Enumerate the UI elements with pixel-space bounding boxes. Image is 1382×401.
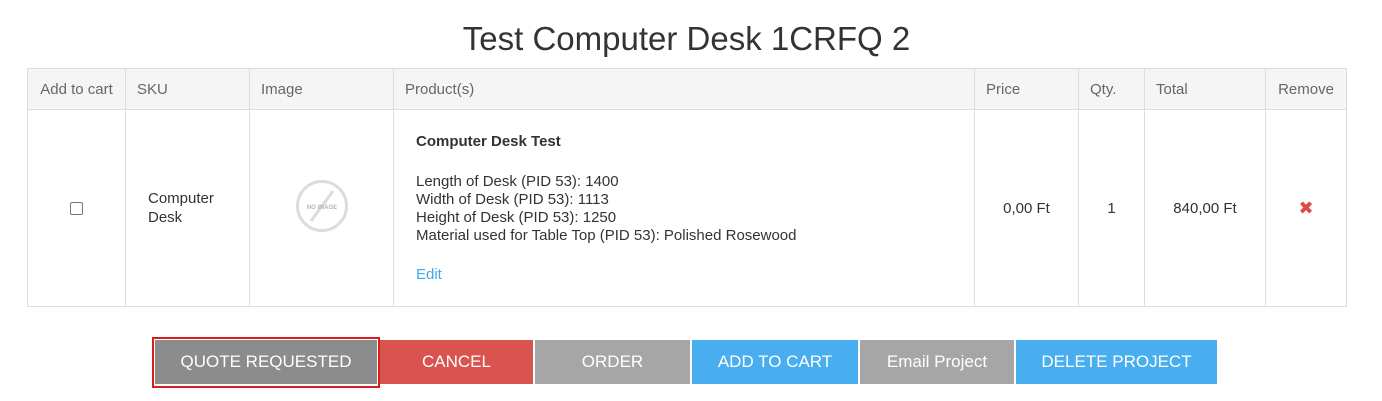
order-button[interactable]: ORDER: [535, 340, 690, 384]
product-attribute-length: Length of Desk (PID 53): 1400: [416, 172, 619, 190]
header-image: Image: [249, 68, 394, 110]
delete-project-button[interactable]: DELETE PROJECT: [1016, 340, 1217, 384]
total-cell: 840,00 Ft: [1144, 109, 1266, 307]
cancel-button[interactable]: CANCEL: [380, 340, 533, 384]
header-price: Price: [974, 68, 1079, 110]
quote-requested-button[interactable]: QUOTE REQUESTED: [155, 340, 377, 384]
image-cell: NO IMAGE: [249, 109, 394, 307]
no-image-icon: NO IMAGE: [295, 180, 348, 232]
add-to-cart-button[interactable]: ADD TO CART: [692, 340, 858, 384]
remove-cell: ✖: [1265, 109, 1347, 307]
price-cell: 0,00 Ft: [974, 109, 1079, 307]
add-to-cart-checkbox[interactable]: [70, 202, 83, 216]
sku-cell: Computer Desk: [125, 109, 250, 307]
product-attribute-width: Width of Desk (PID 53): 1113: [416, 190, 609, 208]
product-cell: Computer Desk Test Length of Desk (PID 5…: [393, 109, 975, 307]
product-attribute-height: Height of Desk (PID 53): 1250: [416, 208, 617, 226]
header-products: Product(s): [393, 68, 975, 110]
close-icon[interactable]: ✖: [1298, 198, 1313, 218]
add-to-cart-cell: [27, 109, 126, 307]
header-remove: Remove: [1265, 68, 1347, 110]
product-name: Computer Desk Test: [416, 132, 561, 150]
project-items-table: Add to cart SKU Image Product(s) Price Q…: [27, 68, 1347, 307]
header-total: Total: [1144, 68, 1266, 110]
table-header-row: Add to cart SKU Image Product(s) Price Q…: [27, 68, 1347, 110]
no-image-text: NO IMAGE: [306, 205, 336, 211]
table-row: Computer Desk NO IMAGE Computer Desk Tes…: [27, 109, 1347, 307]
header-sku: SKU: [125, 68, 250, 110]
sku-line-2: Desk: [148, 209, 183, 226]
sku-line-1: Computer: [148, 190, 214, 207]
page-title: Test Computer Desk 1CRFQ 2: [462, 20, 911, 57]
header-qty: Qty.: [1078, 68, 1145, 110]
edit-link[interactable]: Edit: [416, 266, 442, 284]
email-project-button[interactable]: Email Project: [860, 340, 1014, 384]
qty-cell: 1: [1078, 109, 1145, 307]
product-attribute-material: Material used for Table Top (PID 53): Po…: [416, 226, 797, 244]
header-add-to-cart: Add to cart: [27, 68, 126, 110]
